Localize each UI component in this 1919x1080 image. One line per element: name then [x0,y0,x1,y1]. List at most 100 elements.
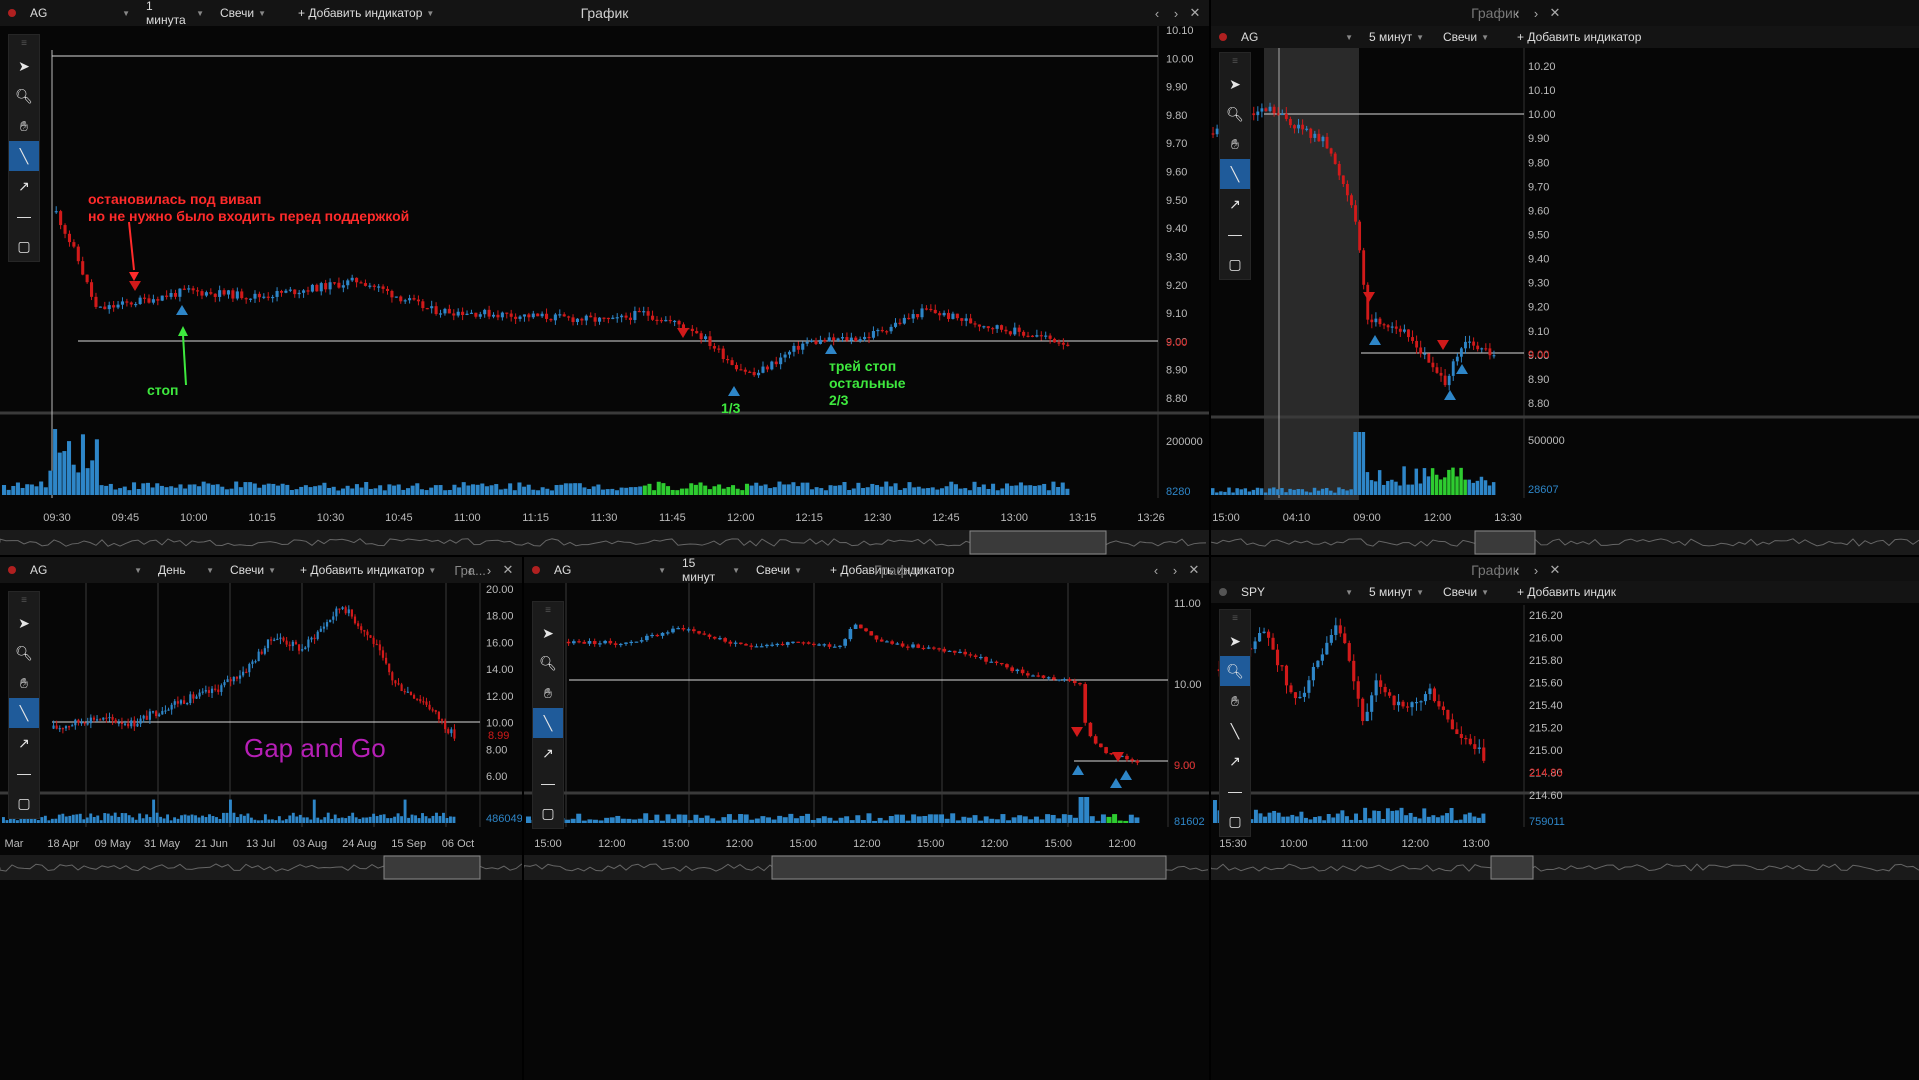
volume-bar [624,487,629,495]
next-icon[interactable]: › [1165,557,1185,583]
hand-icon[interactable]: ✋︎ [1220,129,1250,159]
volume-bar [1410,484,1414,495]
grip-handle[interactable]: ≡ [533,602,563,618]
line-icon[interactable]: ╲ [1220,159,1250,189]
volume-bar [844,816,850,823]
arrow-icon[interactable]: ↗ [1220,746,1250,776]
candle [1488,348,1492,356]
close-icon[interactable]: ✕ [1184,557,1204,583]
next-icon[interactable]: › [1166,0,1186,26]
hand-icon[interactable]: ✋︎ [1220,686,1250,716]
next-icon[interactable]: › [1526,557,1546,583]
volume-bar [176,818,180,823]
line-icon[interactable]: ╲ [9,698,39,728]
last-price-label: 9.00 [1166,337,1187,349]
symbol-selector[interactable]: SPY ▼ [1233,581,1361,603]
arrow-icon[interactable]: ↗ [9,171,39,201]
candle [838,645,842,647]
zoom-icon[interactable]: 🔍︎ [533,648,563,678]
hline-icon[interactable]: — [9,201,39,231]
arrow-icon[interactable]: ↗ [1220,189,1250,219]
line-icon[interactable]: ╲ [533,708,563,738]
rect-icon[interactable]: ▢ [533,798,563,828]
next-icon[interactable]: › [1526,0,1546,26]
zoom-icon[interactable]: 🔍︎ [1220,99,1250,129]
timeframe-selector[interactable]: 15 минут ▼ [674,557,748,584]
close-icon[interactable]: ✕ [1185,0,1205,26]
chart-type-selector[interactable]: Свечи ▼ [1435,581,1509,603]
fifteen-chart-canvas[interactable]: 11.0010.009.009.008160215:00 12:00 15:00 12… [524,557,1209,1080]
close-icon[interactable]: ✕ [1545,0,1565,26]
volume-bar [1263,816,1267,823]
chart-type-selector[interactable]: Свечи ▼ [1435,26,1509,48]
candle [1459,734,1463,738]
zoom-icon[interactable]: 🔍︎ [9,638,39,668]
hline-icon[interactable]: — [9,758,39,788]
hand-icon[interactable]: ✋︎ [533,678,563,708]
panel-title: График [1471,5,1519,21]
arrow-icon[interactable]: ↗ [533,738,563,768]
grip-handle[interactable]: ≡ [9,35,39,51]
add-indicator-button[interactable]: + Добавить индик [1509,581,1624,603]
next-icon[interactable]: › [479,557,499,583]
line-icon[interactable]: ╲ [9,141,39,171]
symbol-selector[interactable]: AG ▼ [1233,26,1361,48]
prev-icon[interactable]: ‹ [1507,0,1527,26]
chart-type-selector[interactable]: Свечи ▼ [212,0,290,26]
volume-bar [208,814,211,823]
candle [1072,680,1077,684]
symbol-selector[interactable]: AG ▼ [546,557,674,583]
hline-icon[interactable]: — [1220,776,1250,806]
symbol-selector[interactable]: AG ▼ [22,557,150,583]
zoom-icon[interactable]: 🔍︎ [9,81,39,111]
cursor-icon[interactable]: ➤ [1220,626,1250,656]
close-icon[interactable]: ✕ [498,557,518,583]
candle [1301,124,1305,130]
grip-handle[interactable]: ≡ [1220,53,1250,69]
timeframe-selector[interactable]: 1 минута ▼ [138,0,212,27]
prev-icon[interactable]: ‹ [460,557,480,583]
candle [347,609,350,614]
add-indicator-button[interactable]: + Добавить индикатор [822,557,962,583]
candle [271,296,275,299]
hline-icon[interactable]: — [1220,219,1250,249]
close-icon[interactable]: ✕ [1545,557,1565,583]
timeframe-selector[interactable]: 5 минут ▼ [1361,581,1435,603]
timeframe-selector[interactable]: 5 минут ▼ [1361,26,1435,48]
zoom-icon[interactable]: 🔍︎ [1220,656,1250,686]
add-indicator-button[interactable]: + Добавить индикатор ▼ [292,557,444,583]
hline-icon[interactable]: — [533,768,563,798]
line-icon[interactable]: ╲ [1220,716,1250,746]
prev-icon[interactable]: ‹ [1507,557,1527,583]
prev-icon[interactable]: ‹ [1147,0,1167,26]
symbol-selector[interactable]: AG ▼ [22,0,138,26]
rect-icon[interactable]: ▢ [9,788,39,818]
volume-bar [1067,814,1073,823]
timeframe-selector[interactable]: День ▼ [150,557,222,583]
grip-handle[interactable]: ≡ [1220,610,1250,626]
main-chart-canvas[interactable]: 10.10 10.00 9.90 9.80 9.70 9.60 9.50 9.40 9.30 9.… [0,0,1209,555]
grip-handle[interactable]: ≡ [9,592,39,608]
candle [572,641,576,644]
arrow-icon[interactable]: ↗ [9,728,39,758]
volume-bar [330,818,334,823]
daily-chart-canvas[interactable]: 20.00 18.00 16.00 14.00 12.00 10.00 8.00 6.00 8.… [0,557,522,1080]
rect-icon[interactable]: ▢ [1220,249,1250,279]
volume-bar [710,818,716,823]
spy-chart-canvas[interactable]: 216.20 216.00 215.80 215.60 215.40 215.20 215.… [1211,557,1919,1080]
add-indicator-button[interactable]: + Добавить индикатор [1509,26,1649,48]
volume-bar [1363,807,1368,823]
rect-icon[interactable]: ▢ [1220,806,1250,836]
cursor-icon[interactable]: ➤ [1220,69,1250,99]
cursor-icon[interactable]: ➤ [9,608,39,638]
hand-icon[interactable]: ✋︎ [9,668,39,698]
chart-type-selector[interactable]: Свечи ▼ [222,557,292,583]
prev-icon[interactable]: ‹ [1146,557,1166,583]
hand-icon[interactable]: ✋︎ [9,111,39,141]
cursor-icon[interactable]: ➤ [9,51,39,81]
topright-chart-canvas[interactable]: 10.20 10.10 10.00 9.90 9.80 9.70 9.60 9.50 9.40 9… [1211,0,1919,555]
add-indicator-button[interactable]: + Добавить индикатор ▼ [290,0,442,26]
cursor-icon[interactable]: ➤ [533,618,563,648]
chart-type-selector[interactable]: Свечи ▼ [748,557,822,583]
rect-icon[interactable]: ▢ [9,231,39,261]
